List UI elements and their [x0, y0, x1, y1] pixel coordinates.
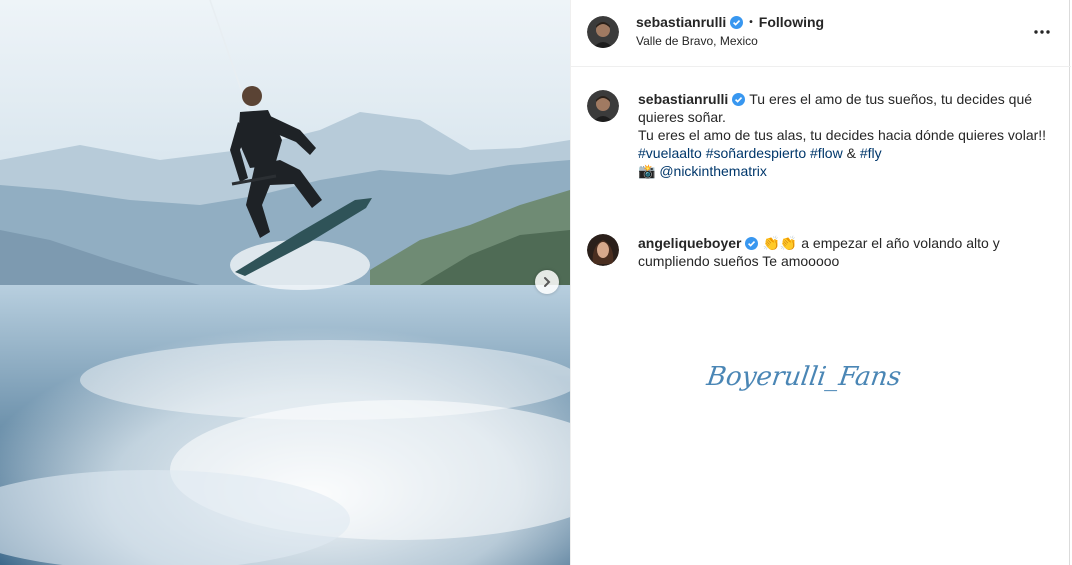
verified-badge-icon [732, 93, 746, 106]
clap-emoji: 👏👏 [762, 235, 798, 251]
camera-emoji: 📸 [638, 163, 656, 179]
caption-text: sebastianrulli Tu eres el amo de tus sueñ… [638, 90, 1048, 180]
more-options-icon[interactable] [1033, 28, 1051, 36]
post-sidebar: sebastianrulli • Following Valle de Brav… [570, 0, 1071, 565]
ampersand: & [846, 145, 856, 161]
mention-link[interactable]: @nickinthematrix [659, 163, 767, 179]
hashtag-link[interactable]: #soñardespierto [706, 145, 806, 161]
following-button[interactable]: Following [759, 14, 824, 30]
next-image-button[interactable] [535, 270, 559, 294]
avatar[interactable] [587, 16, 619, 48]
location-link[interactable]: Valle de Bravo, Mexico [636, 34, 758, 48]
verified-badge-icon [730, 15, 744, 29]
hashtag-link[interactable]: #vuelaalto [638, 145, 702, 161]
wakeboard-photo [0, 0, 570, 565]
hashtag-link[interactable]: #flow [810, 145, 843, 161]
hashtag-link[interactable]: #fly [860, 145, 882, 161]
chevron-right-icon [544, 277, 551, 287]
watermark: Boyerulli_Fans [704, 362, 903, 392]
username-link[interactable]: sebastianrulli [636, 14, 726, 30]
instagram-post: sebastianrulli • Following Valle de Brav… [0, 0, 1072, 565]
post-photo[interactable] [0, 0, 570, 565]
separator-dot: • [749, 16, 753, 28]
username-link[interactable]: sebastianrulli [638, 91, 728, 107]
username-link[interactable]: angeliqueboyer [638, 235, 741, 251]
comment-text: angeliqueboyer 👏👏 a empezar el año voland… [638, 234, 1048, 270]
avatar[interactable] [587, 90, 619, 122]
caption-line-2: Tu eres el amo de tus alas, tu decides h… [638, 127, 1047, 143]
header-user-row: sebastianrulli • Following [636, 14, 824, 30]
verified-badge-icon [745, 237, 759, 250]
avatar[interactable] [587, 234, 619, 266]
post-header: sebastianrulli • Following Valle de Brav… [571, 0, 1071, 67]
